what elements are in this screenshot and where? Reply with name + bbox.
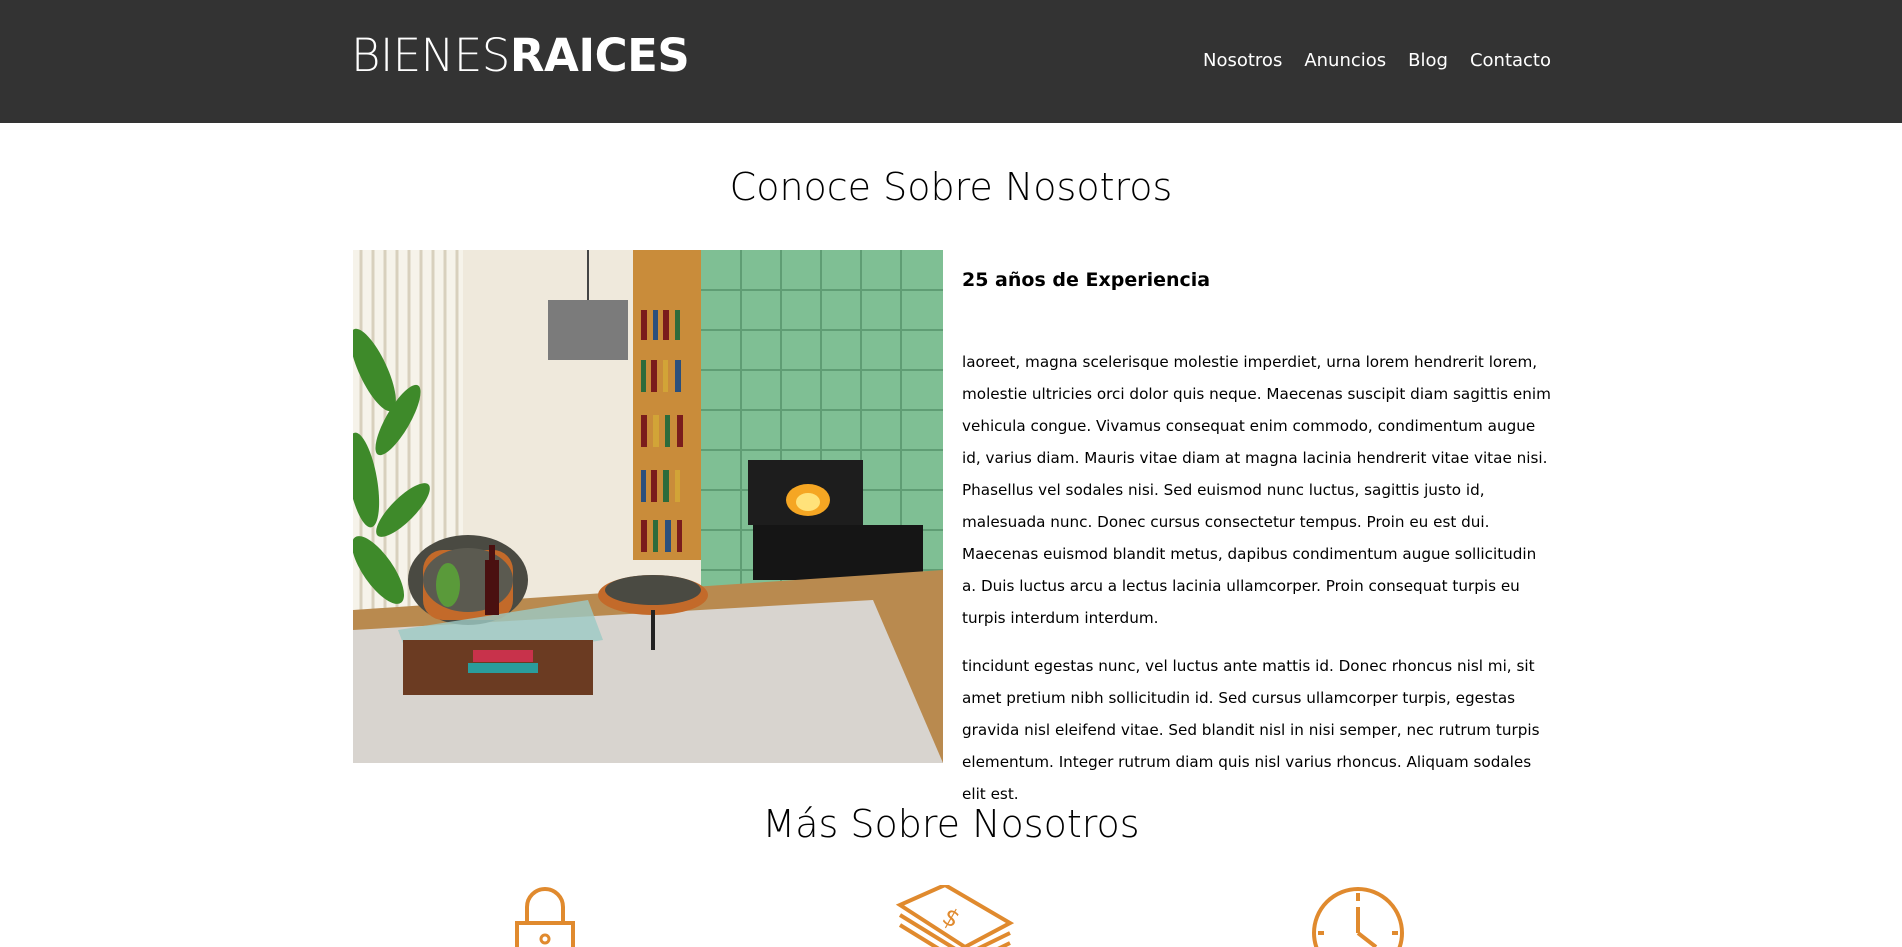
living-room-image: [353, 250, 943, 763]
logo-light-text: BIENES: [351, 29, 510, 82]
about-text: 25 años de Experiencia laoreet, magna sc…: [962, 250, 1552, 810]
clock-icon: [1310, 885, 1406, 947]
features-icons: $: [0, 885, 1902, 947]
header-inner: BIENESRAICES Nosotros Anuncios Blog Cont…: [351, 0, 1551, 123]
site-logo[interactable]: BIENESRAICES: [351, 29, 690, 82]
logo-bold-text: RAICES: [509, 29, 690, 82]
nav-link-contacto[interactable]: Contacto: [1470, 50, 1551, 72]
more-title: Más Sobre Nosotros: [762, 802, 1140, 846]
nav-link-anuncios[interactable]: Anuncios: [1304, 50, 1386, 72]
about-paragraph-2: tincidunt egestas nunc, vel luctus ante …: [962, 657, 1540, 803]
nav-link-blog[interactable]: Blog: [1408, 50, 1448, 72]
about-section: 25 años de Experiencia laoreet, magna sc…: [353, 250, 1553, 803]
main-nav: Nosotros Anuncios Blog Contacto: [1203, 50, 1551, 72]
lock-icon: [505, 885, 585, 947]
nav-link-nosotros[interactable]: Nosotros: [1203, 50, 1282, 72]
site-header: BIENESRAICES Nosotros Anuncios Blog Cont…: [0, 0, 1902, 123]
about-subtitle: 25 años de Experiencia: [962, 269, 1211, 291]
about-paragraph-1: laoreet, magna scelerisque molestie impe…: [962, 353, 1551, 627]
money-icon: $: [890, 885, 1020, 947]
about-title: Conoce Sobre Nosotros: [729, 165, 1173, 209]
svg-text:$: $: [938, 902, 965, 934]
